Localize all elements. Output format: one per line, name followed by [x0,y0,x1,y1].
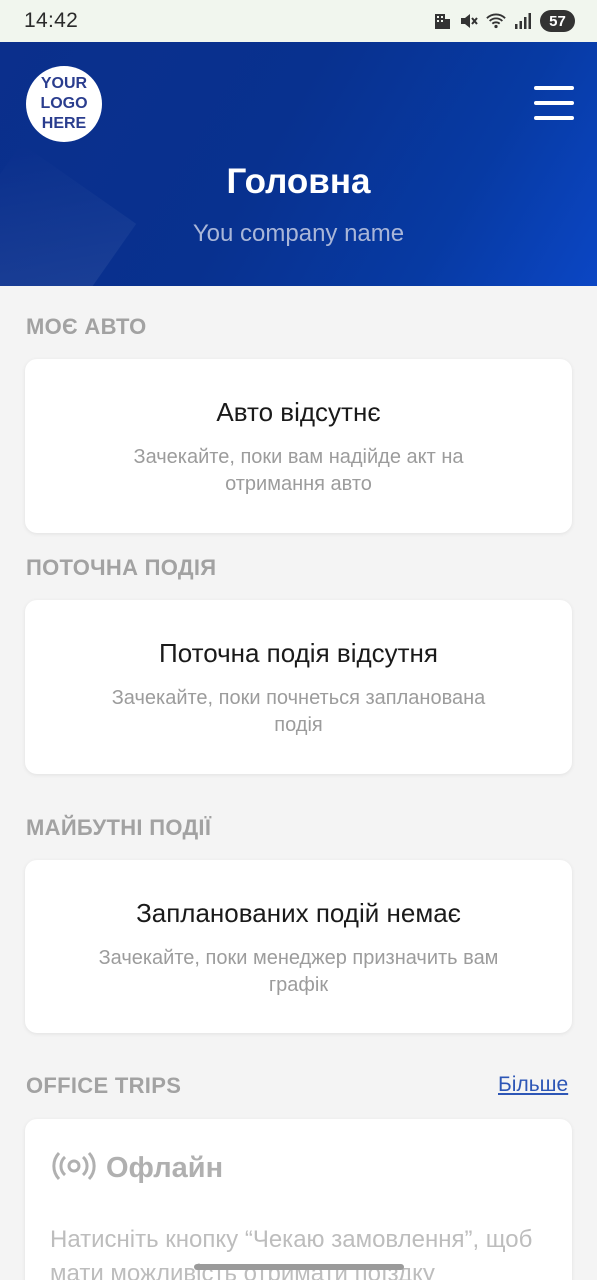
page-title: Головна [226,162,371,201]
logo-line-3: HERE [41,115,87,132]
signal-icon [513,11,533,31]
logo-line-2: LOGO [40,95,88,112]
my-car-card[interactable]: Авто відсутнє Зачекайте, поки вам надійд… [25,359,572,533]
section-title-my-car: МОЄ АВТО [26,314,147,339]
home-indicator[interactable] [194,1264,404,1270]
hamburger-icon[interactable] [534,86,574,120]
company-name: You company name [192,220,405,247]
office-trips-more-link[interactable]: Більше [498,1073,568,1097]
section-title-future-events: МАЙБУТНІ ПОДІЇ [26,815,212,840]
office-trips-card[interactable]: Офлайн Натисніть кнопку “Чекаю замовленн… [25,1119,572,1280]
app-header: YOUR LOGO HERE Головна You company name [0,42,597,286]
future-events-card-subtitle: Зачекайте, поки менеджер призначить вам … [98,947,499,996]
current-event-card[interactable]: Поточна подія відсутня Зачекайте, поки п… [25,600,572,774]
my-car-card-title: Авто відсутнє [216,397,381,427]
my-car-card-subtitle: Зачекайте, поки вам надійде акт на отрим… [133,446,464,495]
logo-line-1: YOUR [40,75,88,92]
current-event-card-title: Поточна подія відсутня [159,638,438,668]
status-time: 14:42 [24,9,79,32]
current-event-card-subtitle: Зачекайте, поки почнеться запланована по… [111,687,486,736]
status-bar: 14:42 57 [0,0,597,42]
company-logo[interactable]: YOUR LOGO HERE [26,66,102,142]
section-title-current-event: ПОТОЧНА ПОДІЯ [26,555,217,580]
wifi-icon [486,11,506,31]
status-icons: 57 [432,10,575,32]
mute-icon [459,11,479,31]
broadcast-icon [52,1151,96,1186]
building-icon [432,11,452,31]
offline-status-row: Офлайн [52,1151,223,1186]
future-events-card-title: Запланованих подій немає [136,898,461,928]
battery-indicator: 57 [540,10,575,32]
offline-instruction-text: Натисніть кнопку “Чекаю замовлення”, щоб… [50,1226,533,1280]
offline-status-label: Офлайн [106,1152,224,1184]
future-events-card[interactable]: Запланованих подій немає Зачекайте, поки… [25,860,572,1033]
section-title-office-trips: OFFICE TRIPS [26,1073,182,1098]
